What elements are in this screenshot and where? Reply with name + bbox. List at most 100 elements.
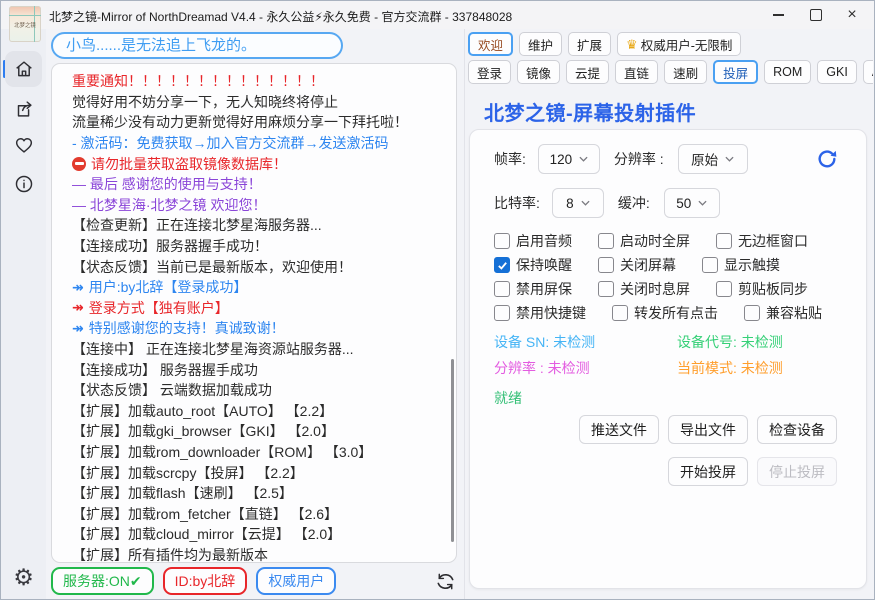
refresh-icon-blue [816,148,838,170]
minimize-button[interactable] [758,1,798,29]
log-panel[interactable]: 重要通知！！！！！！！！！！！！！！觉得好用不妨分享一下，无人知晓终将停止流量稀… [51,63,457,563]
refresh-settings-button[interactable] [816,148,838,170]
sidebar-item-favorites[interactable] [5,127,42,163]
app-logo-text: 北梦之镜 [11,20,40,28]
tab-label: 速刷 [673,63,698,82]
log-text: 觉得好用不妨分享一下，无人知晓终将停止 [72,92,338,112]
tab-flash[interactable]: 速刷 [664,60,707,84]
checkbox-label: 转发所有点击 [634,303,718,323]
refresh-icon-dark [434,570,457,593]
checkbox-show-touches[interactable]: 显示触摸 [702,255,780,275]
check-device-button[interactable]: 检查设备 [757,415,837,444]
log-text: - 激活码：免费获取→加入官方交流群→发送激活码 [72,133,389,153]
tab-cloud[interactable]: 云提 [566,60,609,84]
tab-label: AUTO [872,65,873,79]
tab-cast[interactable]: 投屏 [713,60,758,84]
checkbox-box[interactable] [716,281,732,297]
main-panel: 欢迎维护扩展♛权威用户-无限制 登录镜像云提直链速刷投屏ROMGKIAUTO 北… [465,29,873,598]
ready-status: 就绪 [494,388,866,408]
bitrate-label: 比特率: [494,193,540,213]
checkbox-disable-screensaver[interactable]: 禁用屏保 [494,279,572,299]
tab-label: 扩展 [577,35,602,54]
log-text: 【扩展】加载auto_root【AUTO】 【2.2】 [72,401,333,421]
log-text: 用户:by北辞【登录成功】 [89,277,248,297]
checkbox-box[interactable] [598,281,614,297]
checkbox-box[interactable] [598,233,614,249]
checkbox-box[interactable] [716,233,732,249]
titlebar: 北梦之镜-Mirror of NorthDreamad V4.4 - 永久公益⚡… [1,1,874,29]
checkbox-box[interactable] [744,305,760,321]
resolution-select[interactable]: 原始 [678,144,748,174]
close-button[interactable]: × [832,1,872,29]
tab-direct-link[interactable]: 直链 [615,60,658,84]
push-file-button[interactable]: 推送文件 [579,415,659,444]
log-line: 流量稀少没有动力更新觉得好用麻烦分享一下拜托啦！ [72,112,442,133]
start-cast-button[interactable]: 开始投屏 [668,457,748,486]
checkbox-box[interactable] [598,257,614,273]
tab-welcome[interactable]: 欢迎 [468,32,513,56]
arrow-icon: ↠ [72,279,84,296]
checkbox-row: 启用音频 启动时全屏 无边框窗口 [494,232,866,250]
checkbox-box[interactable] [612,305,628,321]
checkbox-box[interactable] [702,257,718,273]
checkbox-box[interactable] [494,233,510,249]
checkbox-keep-awake[interactable]: 保持唤醒 [494,255,572,275]
log-text: 【扩展】加载scrcpy【投屏】 【2.2】 [72,463,304,483]
checkbox-box[interactable] [494,281,510,297]
log-line: 【连接中】 正在连接北梦星海资源站服务器... [72,339,442,360]
tab-label: 维护 [528,35,553,54]
refresh-button-footer[interactable] [434,570,457,593]
checkbox-label: 兼容粘贴 [766,303,822,323]
bitrate-value: 8 [566,196,574,211]
tab-row-2: 登录镜像云提直链速刷投屏ROMGKI AUTO [468,60,873,84]
log-text: 【连接成功】服务器握手成功！ [72,236,268,256]
badge-server-status: 服务器:ON✔ [51,567,154,595]
sidebar-item-settings[interactable]: ⚙ [5,560,42,596]
checkbox-enable-audio[interactable]: 启用音频 [494,231,572,251]
buffer-select[interactable]: 50 [664,188,720,218]
tab-maintenance[interactable]: 维护 [519,32,562,56]
log-line: ↠登录方式【独有账户】 [72,298,442,319]
checkbox-disable-shortcuts[interactable]: 禁用快捷键 [494,303,586,323]
log-line: 【扩展】加载cloud_mirror【云提】 【2.0】 [72,524,442,545]
log-scrollbar[interactable] [451,359,454,542]
log-line: 请勿批量获取盗取镜像数据库！ [72,153,442,174]
tab-label: 权威用户-无限制 [641,35,733,54]
info-icon [13,173,35,195]
log-text: 登录方式【独有账户】 [89,298,229,318]
framerate-value: 120 [550,152,573,167]
sidebar-item-about[interactable] [5,166,42,202]
log-text: — 北梦星海·北梦之镜 欢迎您！ [72,195,266,215]
tab-rom[interactable]: ROM [764,60,811,84]
tab-mirror[interactable]: 镜像 [517,60,560,84]
framerate-select[interactable]: 120 [538,144,600,174]
tab-vip-user[interactable]: ♛权威用户-无限制 [617,32,741,56]
checkbox-box[interactable] [494,257,510,273]
maximize-button[interactable] [796,1,836,29]
minimize-icon [773,14,784,16]
checkbox-row: 禁用屏保 关闭时息屏 剪贴板同步 [494,280,866,298]
tab-login[interactable]: 登录 [468,60,511,84]
sidebar-item-share[interactable] [5,91,42,127]
tab-extensions[interactable]: 扩展 [568,32,611,56]
export-file-button[interactable]: 导出文件 [668,415,748,444]
tab-gki[interactable]: GKI [817,60,857,84]
status-badge-row: 服务器:ON✔ID:by北辞权威用户 [51,566,457,596]
bitrate-select[interactable]: 8 [552,188,604,218]
checkbox-fullscreen-on-start[interactable]: 启动时全屏 [598,231,690,251]
sidebar-item-home[interactable] [5,51,42,87]
badge-user-level: 权威用户 [256,567,336,595]
checkbox-forward-all-clicks[interactable]: 转发所有点击 [612,303,718,323]
checkbox-box[interactable] [494,305,510,321]
checkbox-clipboard-sync[interactable]: 剪贴板同步 [716,279,808,299]
framerate-label: 帧率: [494,149,526,169]
tab-auto[interactable]: AUTO [863,60,873,84]
checkbox-paste-compat[interactable]: 兼容粘贴 [744,303,822,323]
status-row: 分辨率 : 未检测当前模式: 未检测 [494,358,866,378]
log-line: 【状态反馈】 云端数据加载成功 [72,380,442,401]
log-line: 【扩展】加载auto_root【AUTO】 【2.2】 [72,401,442,422]
checkbox-borderless-window[interactable]: 无边框窗口 [716,231,808,251]
gear-icon: ⚙ [13,567,34,590]
checkbox-screen-off-on-close[interactable]: 关闭时息屏 [598,279,690,299]
checkbox-turn-screen-off[interactable]: 关闭屏幕 [598,255,676,275]
